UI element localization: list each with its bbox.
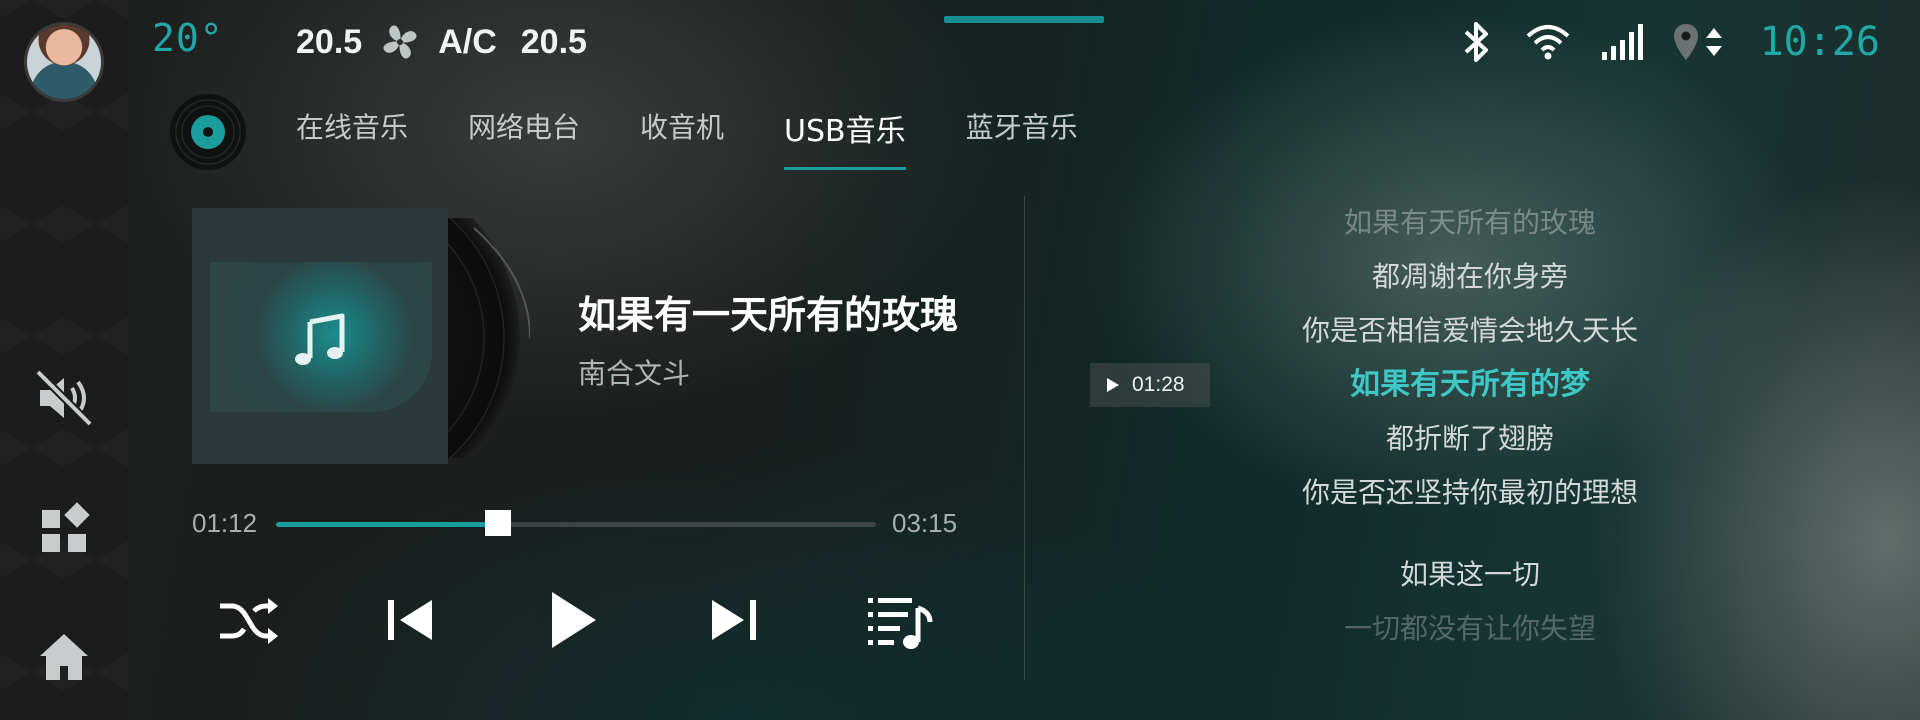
elapsed-time: 01:12 <box>192 508 258 538</box>
lyrics-panel[interactable]: 如果有天所有的玫瑰 都凋谢在你身旁 你是否相信爱情会地久天长 如果有天所有的梦 … <box>1200 202 1740 642</box>
lyric-line: 一切都没有让你失望 <box>1343 612 1596 642</box>
signal-icon <box>1600 22 1644 62</box>
panel-divider <box>1024 196 1025 680</box>
play-small-icon <box>1107 378 1119 392</box>
vinyl-logo-icon <box>168 92 248 172</box>
lyric-line-current: 如果有天所有的梦 <box>1350 367 1590 402</box>
shuffle-icon <box>220 598 278 644</box>
clock: 10:26 <box>1759 19 1880 65</box>
tab-bluetooth-music[interactable]: 蓝牙音乐 <box>966 106 1108 170</box>
lyric-line: 都折断了翅膀 <box>1385 422 1554 455</box>
music-note-icon <box>288 308 352 372</box>
next-icon <box>712 600 756 640</box>
tab-online-music[interactable]: 在线音乐 <box>296 106 438 170</box>
climate-right-temp[interactable]: 20.5 <box>521 23 587 62</box>
lyric-line: 你是否还坚持你最初的理想 <box>1301 476 1638 509</box>
lyric-line: 都凋谢在你身旁 <box>1371 260 1568 293</box>
song-title: 如果有一天所有的玫瑰 <box>578 293 959 337</box>
lyric-seek-button[interactable]: 01:28 <box>1090 363 1210 407</box>
progress-fill <box>276 522 498 527</box>
user-avatar[interactable] <box>24 22 104 102</box>
album-art[interactable] <box>192 208 448 464</box>
tab-radio[interactable]: 收音机 <box>640 106 754 170</box>
bluetooth-icon[interactable] <box>1456 18 1496 66</box>
sidebar <box>0 0 128 720</box>
playlist-icon <box>868 598 933 649</box>
previous-icon <box>388 600 432 640</box>
tab-usb-music[interactable]: USB音乐 <box>784 106 936 170</box>
source-tabs: 在线音乐 网络电台 收音机 USB音乐 蓝牙音乐 <box>296 106 1138 170</box>
previous-button[interactable] <box>374 584 446 656</box>
climate-left-temp[interactable]: 20.5 <box>296 23 362 62</box>
climate-control[interactable]: 20.5 A/C 20.5 <box>296 22 587 62</box>
play-icon <box>552 592 596 648</box>
shuffle-button[interactable] <box>212 584 284 656</box>
wifi-icon[interactable] <box>1524 22 1572 62</box>
apps-icon[interactable] <box>32 498 96 562</box>
home-icon[interactable] <box>32 626 96 690</box>
drag-handle[interactable] <box>944 16 1104 23</box>
next-button[interactable] <box>698 584 770 656</box>
fan-icon[interactable] <box>378 20 422 64</box>
song-artist: 南合文斗 <box>578 357 691 390</box>
play-button[interactable] <box>534 584 606 656</box>
lyric-seek-time: 01:28 <box>1132 373 1185 396</box>
outside-temperature: 20° <box>152 16 224 60</box>
tab-internet-radio[interactable]: 网络电台 <box>468 106 610 170</box>
lyric-line: 如果有天所有的玫瑰 <box>1343 206 1596 239</box>
ac-button[interactable]: A/C <box>438 23 497 62</box>
lyric-line: 如果这一切 <box>1399 558 1540 591</box>
location-icon[interactable] <box>1672 20 1728 64</box>
mute-icon[interactable] <box>32 366 96 430</box>
total-time: 03:15 <box>892 508 958 538</box>
progress-knob[interactable] <box>485 510 511 536</box>
playlist-button[interactable] <box>864 584 936 656</box>
lyric-line: 你是否相信爱情会地久天长 <box>1301 314 1638 347</box>
progress-bar[interactable] <box>276 510 876 536</box>
status-icons: 10:26 <box>1456 18 1880 66</box>
